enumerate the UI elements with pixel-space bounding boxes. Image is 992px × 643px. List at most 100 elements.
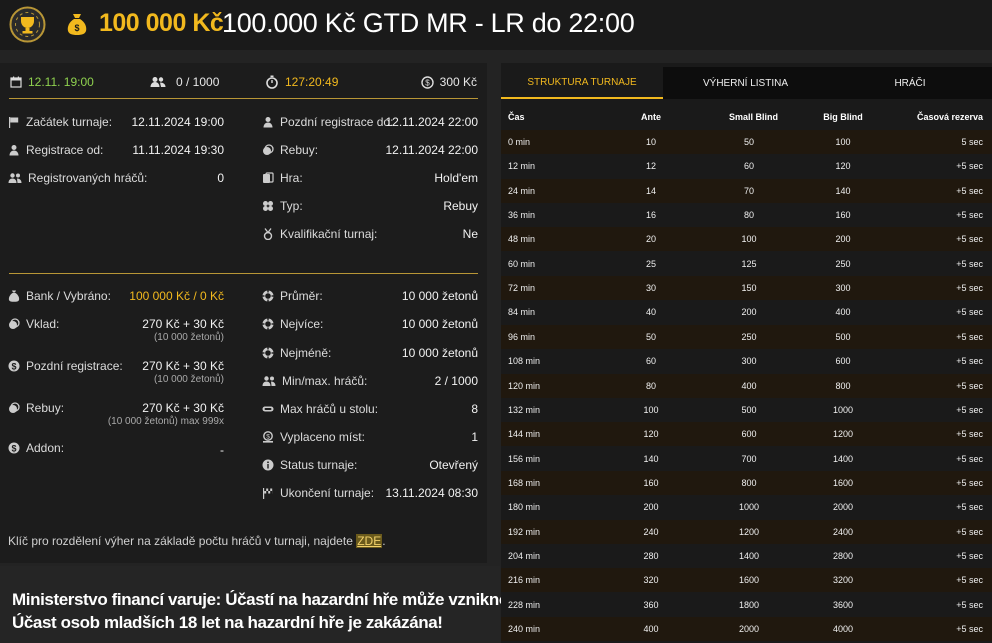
cell-time-bank: +5 sec: [956, 453, 983, 464]
cards-icon: [263, 172, 274, 183]
summary-strip: 12.11. 19:00 0 / 1000 127:20:49 $ 300 Kč: [0, 63, 487, 100]
cell-small-blind: 250: [741, 331, 757, 342]
cell-big-blind: 1600: [832, 477, 854, 488]
money-late-reg-value: 270 Kč + 30 Kč: [142, 359, 224, 373]
cell-small-blind: 100: [741, 234, 757, 245]
stat-end-value: 13.11.2024 08:30: [385, 486, 478, 500]
coins-icon: $: [420, 75, 434, 89]
info-type: Typ:: [262, 199, 303, 213]
stat-average-value: 10 000 žetonů: [401, 289, 478, 303]
cell-small-blind: 60: [743, 161, 754, 172]
info-registered: Registrovaných hráčů:: [8, 171, 147, 185]
cell-time: 156 min: [508, 453, 541, 464]
tab-structure[interactable]: STRUKTURA TURNAJE: [501, 67, 663, 99]
table-row: 108 min 60 300 600 +5 sec: [501, 349, 992, 374]
money-deposit: Vklad:: [8, 317, 59, 331]
cell-time: 24 min: [508, 185, 536, 196]
cell-time-bank: +5 sec: [956, 526, 983, 537]
flag-icon: [263, 488, 273, 499]
start-date-item: 12.11. 19:00: [10, 75, 94, 89]
cell-small-blind: 500: [741, 404, 757, 415]
stat-average: Průměr:: [262, 289, 323, 303]
cell-time: 84 min: [508, 307, 536, 318]
stat-players: Min/max. hráčů:: [262, 374, 367, 388]
warning-line-2: Účast osob mladších 18 let na hazardní h…: [12, 613, 443, 632]
cell-time-bank: 5 sec: [961, 137, 983, 147]
chip-icon: [262, 318, 274, 330]
cell-ante: 25: [645, 258, 656, 269]
cell-small-blind: 2000: [738, 624, 760, 634]
info-game-value: Hold'em: [434, 171, 478, 185]
cell-time-bank: +5 sec: [956, 550, 983, 561]
cell-time: 108 min: [508, 356, 541, 367]
cell-time: 12 min: [508, 161, 536, 172]
cell-big-blind: 250: [835, 258, 851, 269]
info-rebuy: Rebuy:: [262, 143, 318, 157]
tab-players[interactable]: HRÁČI: [828, 67, 992, 99]
cell-small-blind: 50: [743, 137, 754, 147]
info-late-reg-value: 12.11.2024 22:00: [385, 115, 478, 129]
players-count: 0 / 1000: [176, 75, 220, 89]
cell-ante: 280: [643, 550, 659, 561]
cell-big-blind: 400: [835, 307, 851, 318]
cell-big-blind: 800: [835, 380, 851, 391]
cell-big-blind: 3600: [832, 599, 854, 610]
payout-key-note: Klíč pro rozdělení výher na základě počt…: [8, 534, 386, 548]
cell-big-blind: 100: [835, 137, 851, 147]
money-addon: $ Addon:: [8, 441, 64, 455]
table-row: 0 min 10 50 100 5 sec: [501, 130, 992, 154]
info-registration-value: 11.11.2024 19:30: [132, 143, 224, 157]
users-icon: [262, 376, 276, 386]
start-date: 12.11. 19:00: [28, 75, 94, 89]
payout-key-link[interactable]: ZDE: [356, 534, 383, 548]
money-bank: Bank / Vybráno:: [8, 289, 111, 303]
prize-amount: 100 000 Kč: [99, 9, 224, 37]
tab-prizes[interactable]: VÝHERNÍ LISTINA: [663, 67, 828, 99]
coins-icon: [263, 144, 274, 155]
cell-ante: 100: [643, 404, 659, 415]
cell-ante: 120: [643, 429, 659, 440]
cell-time-bank: +5 sec: [956, 477, 983, 488]
cell-big-blind: 2800: [832, 550, 854, 561]
table-row: 36 min 16 80 160 +5 sec: [501, 203, 992, 228]
flag-icon: [9, 117, 19, 128]
table-row: 60 min 25 125 250 +5 sec: [501, 251, 992, 276]
tournament-info-panel: 12.11. 19:00 0 / 1000 127:20:49 $ 300 Kč…: [0, 63, 487, 563]
user-icon: [263, 117, 273, 128]
cell-small-blind: 125: [741, 258, 757, 269]
cell-time-bank: +5 sec: [956, 599, 983, 610]
cell-small-blind: 1400: [738, 550, 760, 561]
table-row: 120 min 80 400 800 +5 sec: [501, 373, 992, 398]
table-row: 84 min 40 200 400 +5 sec: [501, 300, 992, 325]
moneybag-icon: [8, 290, 20, 302]
info-start: Začátek turnaje:: [8, 115, 112, 129]
cell-ante: 60: [645, 356, 656, 367]
table-row: 12 min 12 60 120 +5 sec: [501, 154, 992, 179]
cell-small-blind: 700: [741, 453, 757, 464]
dollar-icon: $: [8, 360, 20, 372]
table-row: 156 min 140 700 1400 +5 sec: [501, 446, 992, 471]
stat-end: Ukončení turnaje:: [262, 486, 374, 500]
cell-time-bank: +5 sec: [956, 283, 983, 294]
cell-time: 144 min: [508, 429, 541, 440]
svg-text:$: $: [11, 443, 16, 453]
money-rebuy-sub: (10 000 žetonů) max 999x: [107, 416, 224, 427]
cell-small-blind: 1800: [738, 599, 760, 610]
cell-ante: 50: [645, 331, 656, 342]
money-rebuy-value: 270 Kč + 30 Kč: [142, 401, 224, 415]
info-registration: Registrace od:: [8, 143, 103, 157]
cell-ante: 240: [643, 526, 659, 537]
players-item: 0 / 1000: [150, 75, 219, 89]
money-rebuy: Rebuy:: [8, 401, 64, 415]
money-deposit-value: 270 Kč + 30 Kč: [142, 317, 224, 331]
cell-small-blind: 1000: [738, 502, 760, 513]
chip-icon: [262, 290, 274, 302]
cell-small-blind: 70: [743, 185, 754, 196]
info-late-reg: Pozdní registrace do:: [262, 115, 393, 129]
cell-ante: 12: [645, 161, 656, 172]
cell-small-blind: 300: [741, 356, 757, 367]
cell-small-blind: 200: [741, 307, 757, 318]
table-icon: [262, 406, 274, 412]
cell-time-bank: +5 sec: [956, 429, 983, 440]
stopwatch-icon: [266, 75, 278, 89]
